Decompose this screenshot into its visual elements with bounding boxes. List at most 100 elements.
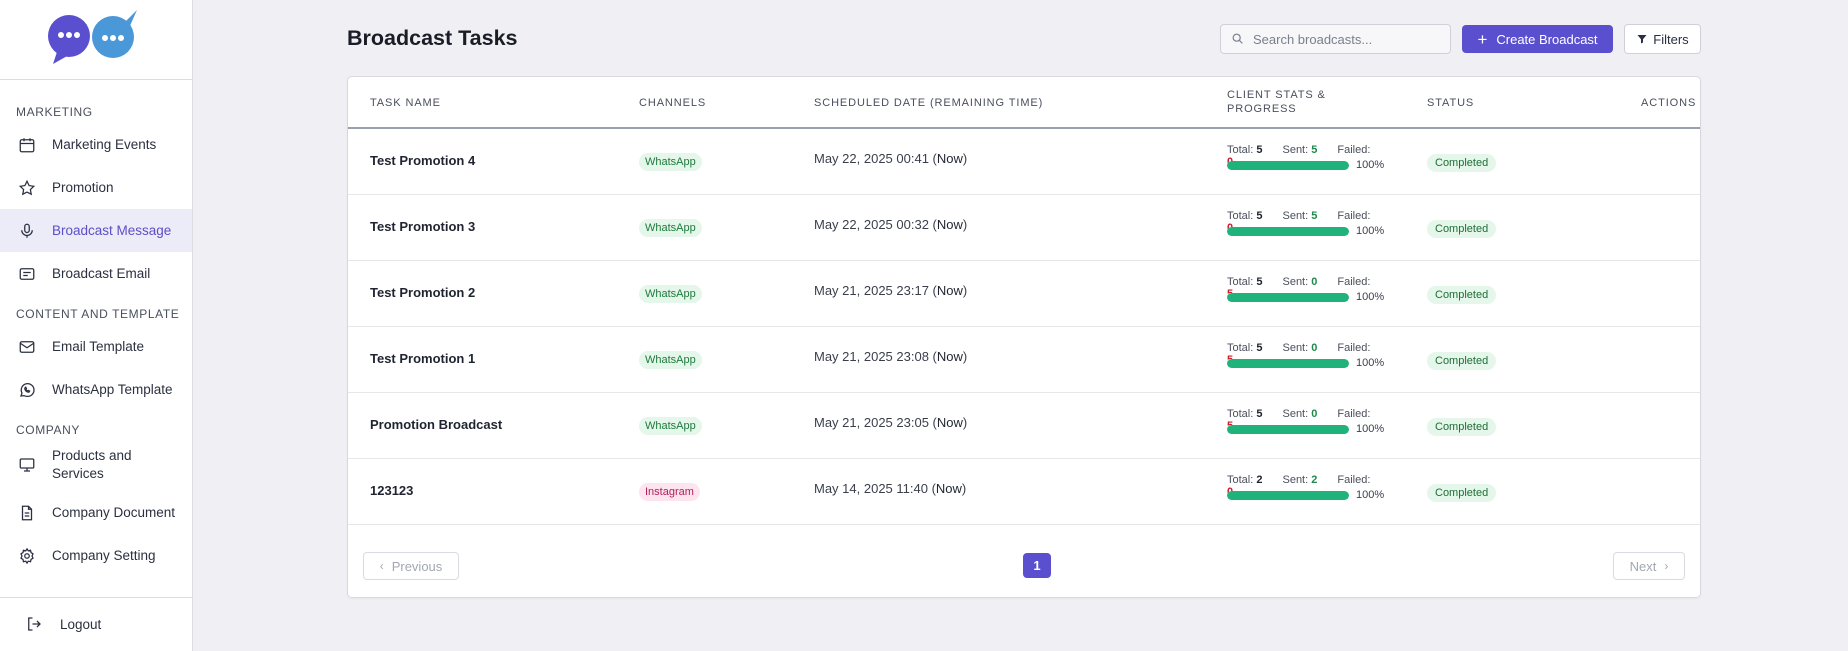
progress-percent: 100% [1356, 489, 1385, 501]
channel-badge: WhatsApp [639, 285, 702, 303]
sidebar-item-broadcast-message[interactable]: Broadcast Message [0, 209, 192, 252]
calendar-icon [17, 135, 36, 154]
page-title: Broadcast Tasks [347, 26, 518, 50]
column-header-channels[interactable]: CHANNELS [639, 96, 706, 110]
search-input[interactable] [1253, 31, 1433, 47]
table-body: Test Promotion 4 WhatsApp May 22, 2025 00:… [348, 129, 1700, 541]
stat-total: Total: 5 [1227, 276, 1262, 288]
star-icon [17, 178, 36, 197]
filters-button[interactable]: Filters [1624, 24, 1701, 54]
sidebar-item-label: Promotion [52, 180, 114, 195]
remaining-time: Now [936, 349, 963, 364]
table-row[interactable]: Test Promotion 1 WhatsApp May 21, 2025 23:… [348, 327, 1700, 393]
sidebar-item-label: Email Template [52, 339, 145, 354]
stat-sent-label: Sent: [1282, 210, 1309, 222]
table-row[interactable]: Test Promotion 2 WhatsApp May 21, 2025 23:… [348, 261, 1700, 327]
broadcast-table-card: TASK NAME CHANNELS SCHEDULED DATE (REMAI… [347, 76, 1701, 598]
progress-bar-fill [1227, 359, 1349, 368]
stat-total-value: 5 [1256, 276, 1263, 288]
sidebar-item-label: Marketing Events [52, 137, 157, 152]
scheduled-date: May 14, 2025 11:40 (Now) [814, 481, 967, 496]
sidebar-item-label: Company Document [52, 505, 176, 520]
scheduled-date-value: May 21, 2025 23:08 [814, 349, 929, 364]
sidebar-item-whatsapp-template[interactable]: WhatsApp Template [0, 368, 192, 411]
sidebar-nav: MARKETING Marketing Events Promotion Bro… [0, 80, 192, 597]
stat-sent: Sent: 5 [1282, 144, 1317, 156]
stat-total-value: 2 [1256, 474, 1263, 486]
remaining-time: Now [936, 217, 963, 232]
chevron-right-icon: › [1664, 559, 1669, 573]
sidebar-item-promotion[interactable]: Promotion [0, 166, 192, 209]
next-label: Next [1629, 558, 1657, 574]
previous-page-button[interactable]: ‹ Previous [363, 552, 459, 580]
column-header-task-name[interactable]: TASK NAME [370, 96, 441, 110]
stat-sent-value: 0 [1311, 342, 1318, 354]
stat-sent-value: 0 [1311, 408, 1318, 420]
channel-badge: WhatsApp [639, 417, 702, 435]
search-box[interactable] [1220, 24, 1451, 54]
table-row[interactable]: 123123 Instagram May 14, 2025 11:40 (Now) T… [348, 459, 1700, 525]
sidebar-item-products-services[interactable]: Products and Services [0, 439, 192, 491]
scheduled-date-value: May 14, 2025 11:40 [814, 481, 928, 496]
client-stats: Total: 5 Sent: 0 Failed: 5 100% [1227, 276, 1397, 303]
column-header-status[interactable]: STATUS [1427, 96, 1474, 110]
progress-percent: 100% [1356, 357, 1385, 369]
stat-total: Total: 5 [1227, 408, 1262, 420]
progress-bar [1227, 359, 1349, 368]
stat-sent-value: 2 [1311, 474, 1318, 486]
stat-total: Total: 5 [1227, 210, 1262, 222]
logo-area [0, 0, 192, 80]
stat-total: Total: 5 [1227, 144, 1262, 156]
table-row[interactable]: 1231WhatsAppTotal: 3Sent: 3Failed: 0 [348, 525, 1700, 541]
status-badge: Completed [1427, 220, 1497, 238]
scheduled-date-value: May 21, 2025 23:17 [814, 283, 929, 298]
scheduled-date: May 22, 2025 00:32 (Now) [814, 217, 968, 232]
scheduled-date: May 21, 2025 23:08 (Now) [814, 349, 968, 364]
progress-bar [1227, 227, 1349, 236]
channel-badge: WhatsApp [639, 351, 702, 369]
stat-total-label: Total: [1227, 144, 1254, 156]
stat-total-label: Total: [1227, 276, 1254, 288]
task-name: Test Promotion 1 [370, 351, 476, 366]
page-number-button[interactable]: 1 [1023, 553, 1051, 578]
column-header-scheduled-date[interactable]: SCHEDULED DATE (REMAINING TIME) [814, 96, 1043, 110]
create-broadcast-button[interactable]: + Create Broadcast [1462, 25, 1613, 53]
stat-total-label: Total: [1227, 342, 1254, 354]
sidebar-item-label: WhatsApp Template [52, 382, 173, 397]
progress-bar [1227, 161, 1349, 170]
table-row[interactable]: Promotion Broadcast WhatsApp May 21, 2025 … [348, 393, 1700, 459]
pagination: ‹ Previous 1 Next › [348, 541, 1700, 597]
task-name: Test Promotion 4 [370, 153, 476, 168]
progress-percent: 100% [1356, 159, 1385, 171]
sidebar-item-broadcast-email[interactable]: Broadcast Email [0, 252, 192, 295]
table-row[interactable]: Test Promotion 4 WhatsApp May 22, 2025 00:… [348, 129, 1700, 195]
logout-icon [25, 615, 44, 634]
stat-total-label: Total: [1227, 408, 1254, 420]
next-page-button[interactable]: Next › [1613, 552, 1685, 580]
progress-bar [1227, 425, 1349, 434]
sidebar-item-company-setting[interactable]: Company Setting [0, 534, 192, 577]
stat-sent-label: Sent: [1282, 342, 1309, 354]
scheduled-date: May 22, 2025 00:41 (Now) [814, 151, 968, 166]
stat-sent-value: 0 [1311, 276, 1318, 288]
monitor-icon [17, 456, 36, 475]
scheduled-date-value: May 22, 2025 00:41 [814, 151, 929, 166]
table-header: TASK NAME CHANNELS SCHEDULED DATE (REMAI… [348, 77, 1700, 129]
section-label-company: COMPANY [16, 423, 80, 437]
progress-bar-fill [1227, 425, 1349, 434]
stat-total-value: 5 [1256, 210, 1263, 222]
sidebar-item-marketing-events[interactable]: Marketing Events [0, 123, 192, 166]
channel-badge: WhatsApp [639, 219, 702, 237]
column-header-client-stats[interactable]: CLIENT STATS & PROGRESS [1227, 88, 1342, 116]
stat-sent-label: Sent: [1282, 474, 1309, 486]
chevron-left-icon: ‹ [379, 559, 384, 573]
message-square-icon [17, 264, 36, 283]
search-icon [1231, 32, 1245, 46]
logout-button[interactable]: Logout [0, 597, 192, 651]
sidebar-item-email-template[interactable]: Email Template [0, 325, 192, 368]
stat-failed-label: Failed: [1337, 342, 1371, 354]
sidebar-item-company-document[interactable]: Company Document [0, 491, 192, 534]
stat-sent-label: Sent: [1282, 408, 1309, 420]
table-row[interactable]: Test Promotion 3 WhatsApp May 22, 2025 00:… [348, 195, 1700, 261]
plus-icon: + [1477, 29, 1488, 49]
